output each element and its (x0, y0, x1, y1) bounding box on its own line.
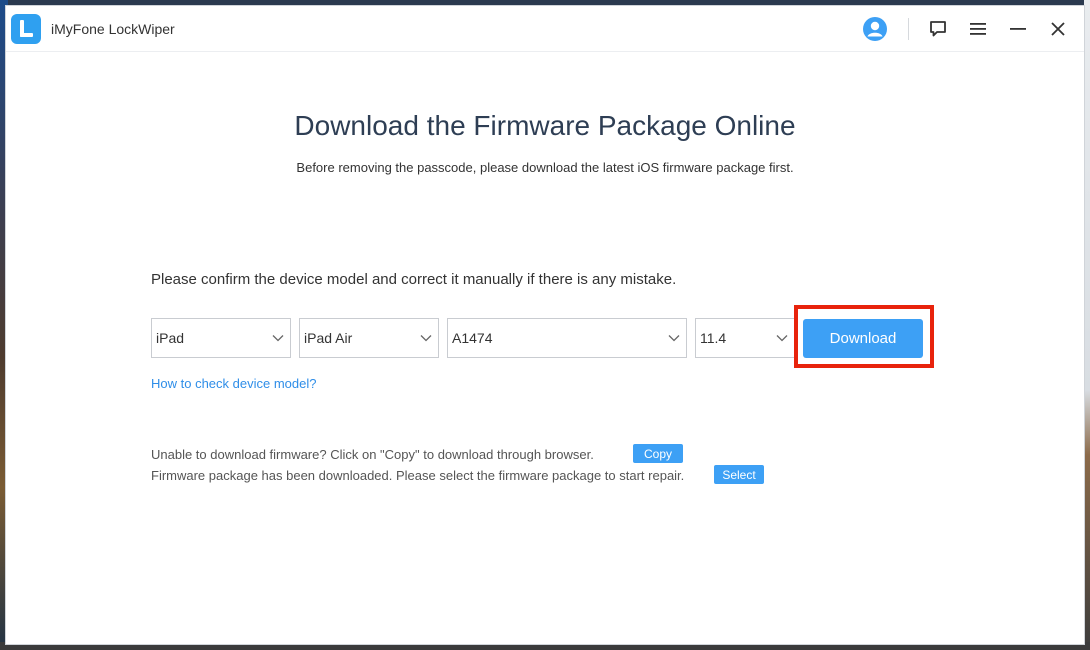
confirm-instruction: Please confirm the device model and corr… (151, 271, 677, 288)
device-model-select[interactable]: iPad Air (299, 318, 439, 358)
chevron-down-icon (272, 335, 284, 342)
titlebar-separator (908, 18, 909, 40)
minimize-icon[interactable] (1005, 16, 1031, 42)
ios-version-value: 11.4 (700, 330, 727, 346)
app-title: iMyFone LockWiper (51, 21, 175, 37)
check-device-model-link[interactable]: How to check device model? (151, 376, 316, 391)
chevron-down-icon (420, 335, 432, 342)
device-type-select[interactable]: iPad (151, 318, 291, 358)
title-bar: iMyFone LockWiper (6, 6, 1084, 52)
ios-version-select[interactable]: 11.4 (695, 318, 795, 358)
close-icon[interactable] (1045, 16, 1071, 42)
chevron-down-icon (668, 335, 680, 342)
feedback-icon[interactable] (925, 16, 951, 42)
chevron-down-icon (776, 335, 788, 342)
copy-instruction: Unable to download firmware? Click on "C… (151, 447, 594, 462)
user-avatar-icon[interactable] (862, 16, 888, 42)
download-button[interactable]: Download (803, 319, 923, 358)
app-window: iMyFone LockWiper Download the Firmware … (5, 5, 1085, 645)
select-instruction: Firmware package has been downloaded. Pl… (151, 468, 685, 483)
model-number-select[interactable]: A1474 (447, 318, 687, 358)
model-number-value: A1474 (452, 330, 493, 346)
select-firmware-button[interactable]: Select (714, 465, 764, 484)
app-logo-icon (11, 14, 41, 44)
copy-button[interactable]: Copy (633, 444, 683, 463)
device-model-value: iPad Air (304, 330, 353, 346)
menu-icon[interactable] (965, 16, 991, 42)
page-subtitle: Before removing the passcode, please dow… (296, 160, 794, 175)
device-type-value: iPad (156, 330, 185, 346)
page-title: Download the Firmware Package Online (294, 110, 796, 141)
